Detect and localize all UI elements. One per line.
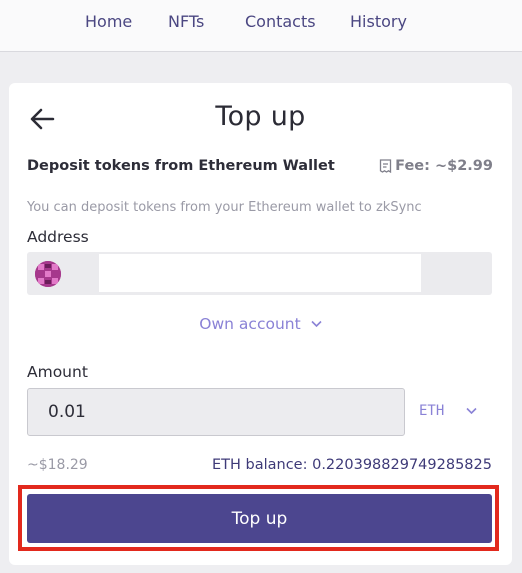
identicon-avatar [35,261,61,287]
chevron-down-icon [311,320,322,328]
deposit-description: You can deposit tokens from your Ethereu… [27,200,422,215]
page-title: Top up [215,101,306,132]
own-account-toggle[interactable]: Own account [9,315,512,333]
address-field [27,252,492,295]
nav-history-link[interactable]: History [350,12,407,31]
amount-label: Amount [27,363,88,381]
top-navigation: Home NFTs Contacts History [0,0,522,52]
own-account-label: Own account [199,315,301,333]
amount-input[interactable]: 0.01 [27,388,405,436]
deposit-subtitle: Deposit tokens from Ethereum Wallet [27,158,335,174]
topup-button[interactable]: Top up [27,494,492,543]
usd-equivalent: ~$18.29 [27,457,88,473]
eth-balance[interactable]: ETH balance: 0.220398829749285825 [212,457,492,473]
receipt-icon [379,159,392,173]
nav-nfts-link[interactable]: NFTs [168,12,204,31]
address-label: Address [27,228,89,246]
topup-card: Top up Deposit tokens from Ethereum Wall… [9,83,512,565]
nav-contacts-link[interactable]: Contacts [245,12,316,31]
nav-home-link[interactable]: Home [85,12,132,31]
chevron-down-icon [466,407,477,415]
token-selector[interactable]: ETH [419,403,477,419]
address-input[interactable] [99,254,421,292]
fee-text: Fee: ~$2.99 [395,158,493,174]
fee-indicator: Fee: ~$2.99 [379,158,493,174]
token-symbol: ETH [419,403,445,419]
